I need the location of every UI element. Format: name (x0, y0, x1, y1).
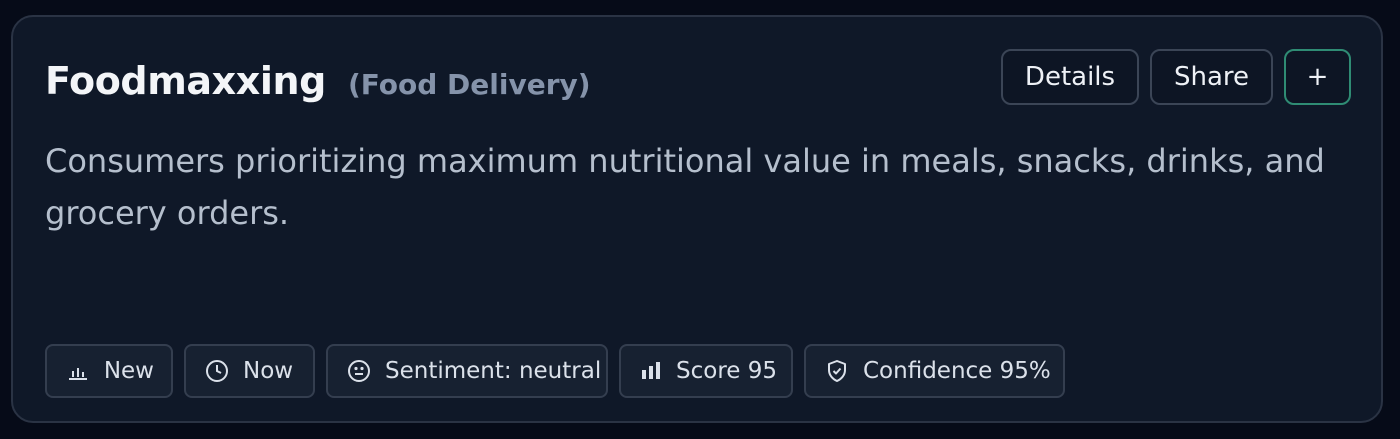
details-button[interactable]: Details (1001, 49, 1139, 105)
trend-category: (Food Delivery) (347, 68, 591, 101)
tag-new: New (45, 344, 173, 398)
bar-chart-icon (66, 359, 90, 383)
title-row: Foodmaxxing (Food Delivery) (45, 59, 591, 103)
tag-score: Score 95 (619, 344, 793, 398)
share-button[interactable]: Share (1150, 49, 1273, 105)
tag-label: Confidence 95% (863, 358, 1051, 384)
shield-check-icon (825, 359, 849, 383)
tag-label: New (103, 358, 154, 384)
trend-card: Foodmaxxing (Food Delivery) Details Shar… (11, 15, 1383, 423)
add-button[interactable]: + (1284, 49, 1351, 105)
tag-sentiment: Sentiment: neutral (326, 344, 608, 398)
score-bars-icon (640, 359, 662, 383)
neutral-face-icon (347, 359, 371, 383)
card-actions: Details Share + (1001, 49, 1351, 105)
tag-confidence: Confidence 95% (804, 344, 1065, 398)
tag-label: Sentiment: neutral (385, 358, 602, 384)
tag-label: Score 95 (676, 358, 777, 384)
trend-description: Consumers prioritizing maximum nutrition… (45, 142, 1325, 232)
trend-title: Foodmaxxing (45, 59, 326, 103)
clock-icon (205, 359, 229, 383)
tag-now: Now (184, 344, 315, 398)
tag-label: Now (243, 358, 294, 384)
tag-list: New Now Sentiment: neutral Score 95 Conf… (45, 344, 1065, 398)
